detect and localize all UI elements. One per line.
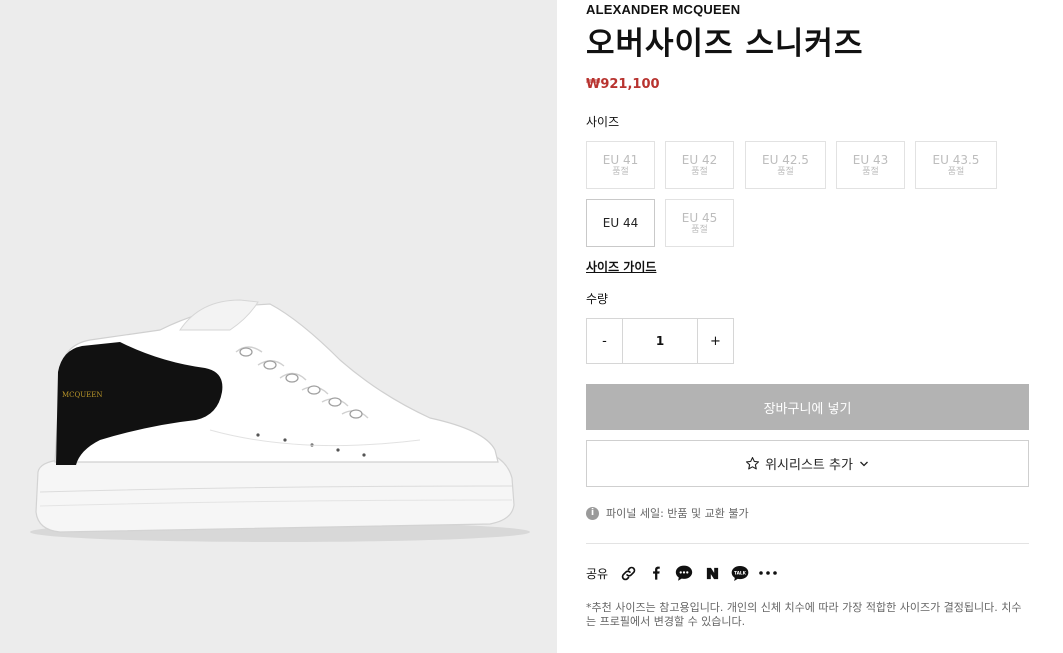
- size-option-eu-42-5[interactable]: EU 42.5 품절: [745, 141, 826, 189]
- quantity-decrease-button[interactable]: -: [587, 319, 622, 363]
- size-option-stock: 품절: [691, 224, 708, 235]
- size-option-eu-43-5[interactable]: EU 43.5 품절: [915, 141, 997, 189]
- size-footnote: *추천 사이즈는 참고용입니다. 개인의 신체 치수에 따라 가장 적합한 사이…: [586, 601, 1022, 628]
- divider: [586, 543, 1029, 544]
- size-option-name: EU 42: [681, 152, 718, 167]
- add-to-wishlist-button[interactable]: 위시리스트 추가: [586, 440, 1029, 487]
- sneaker-image: MCQUEEN: [30, 299, 530, 542]
- wishlist-label: 위시리스트 추가: [765, 458, 853, 473]
- quantity-increase-button[interactable]: +: [698, 319, 733, 363]
- quantity-stepper: - 1 +: [586, 318, 734, 364]
- size-option-eu-42[interactable]: EU 42 품절: [665, 141, 734, 189]
- product-image-panel: MCQUEEN: [0, 0, 557, 653]
- product-title: 오버사이즈 스니커즈: [586, 26, 864, 62]
- chevron-down-icon: [859, 461, 868, 466]
- size-option-stock: 품절: [612, 166, 629, 177]
- naver-icon[interactable]: [702, 563, 722, 583]
- size-option-eu-45[interactable]: EU 45 품절: [665, 199, 734, 247]
- link-icon[interactable]: [618, 563, 638, 583]
- size-option-stock: 품절: [777, 166, 794, 177]
- size-label: 사이즈: [586, 115, 620, 129]
- share-label: 공유: [586, 566, 609, 581]
- more-icon[interactable]: [758, 563, 778, 583]
- quantity-value[interactable]: 1: [622, 319, 698, 363]
- add-to-cart-button[interactable]: 장바구니에 넣기: [586, 384, 1029, 430]
- size-option-name: EU 43.5: [932, 152, 980, 167]
- star-icon: [746, 457, 760, 470]
- size-option-stock: 품절: [862, 166, 879, 177]
- facebook-icon[interactable]: [646, 563, 666, 583]
- size-option-eu-43[interactable]: EU 43 품절: [836, 141, 905, 189]
- size-guide-link[interactable]: 사이즈 가이드: [586, 258, 656, 275]
- size-selector: EU 41 품절 EU 42 품절 EU 42.5 품절 EU 43 품절 EU…: [586, 141, 1029, 247]
- size-option-name: EU 43: [852, 152, 889, 167]
- size-option-name: EU 44: [602, 216, 639, 230]
- share-bar: 공유 TALK: [586, 563, 786, 583]
- final-sale-text: 파이널 세일: 반품 및 교환 불가: [606, 507, 749, 520]
- chat-bubble-icon[interactable]: [674, 563, 694, 583]
- size-option-name: EU 41: [602, 152, 639, 167]
- quantity-label: 수량: [586, 292, 609, 306]
- size-option-stock: 품절: [691, 166, 708, 177]
- size-option-eu-44[interactable]: EU 44: [586, 199, 655, 247]
- brand-name[interactable]: ALEXANDER MCQUEEN: [586, 2, 740, 17]
- heel-logo-text: MCQUEEN: [62, 391, 103, 399]
- final-sale-notice: i 파이널 세일: 반품 및 교환 불가: [586, 505, 749, 521]
- product-price: ₩921,100: [586, 77, 660, 92]
- size-option-name: EU 45: [681, 210, 718, 225]
- size-option-eu-41[interactable]: EU 41 품절: [586, 141, 655, 189]
- size-option-stock: 품절: [947, 166, 965, 177]
- size-option-name: EU 42.5: [762, 152, 809, 167]
- kakaotalk-icon[interactable]: TALK: [730, 563, 750, 583]
- info-icon: i: [586, 506, 599, 520]
- kakaotalk-text: TALK: [734, 570, 747, 576]
